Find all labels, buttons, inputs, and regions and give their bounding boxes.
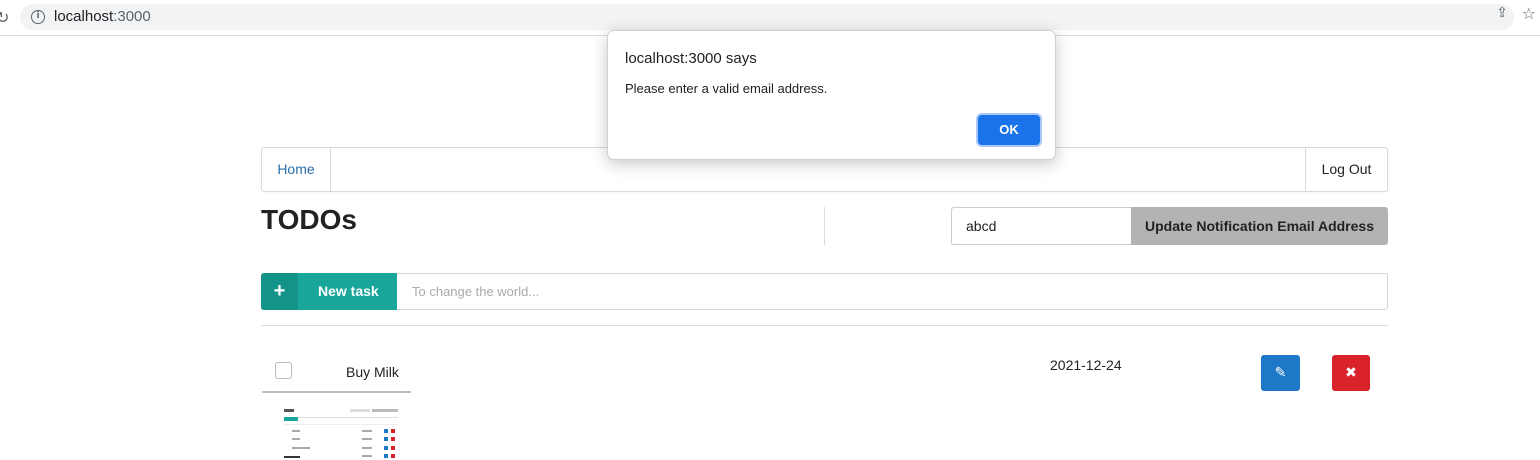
url-text: localhost:3000 xyxy=(54,8,151,25)
info-icon[interactable]: i xyxy=(31,10,45,24)
todo-date: 2021-12-24 xyxy=(1050,357,1122,373)
new-task-label: New task xyxy=(318,283,379,299)
pencil-icon: ✎ xyxy=(1274,365,1287,381)
star-icon[interactable]: ☆ xyxy=(1522,4,1536,23)
todo-checkbox[interactable] xyxy=(275,362,292,379)
separator xyxy=(261,325,1388,326)
share-icon[interactable]: ⇪ xyxy=(1496,5,1508,21)
page-title: TODOs xyxy=(261,204,357,235)
email-input[interactable]: abcd xyxy=(951,207,1131,245)
alert-message: Please enter a valid email address. xyxy=(625,81,828,96)
divider xyxy=(824,207,825,245)
todo-thumbnail-image xyxy=(262,391,411,460)
alert-ok-button[interactable]: OK xyxy=(978,115,1040,145)
todo-text: Buy Milk xyxy=(346,364,399,380)
reload-icon[interactable]: ↻ xyxy=(0,8,9,28)
plus-icon: + xyxy=(261,273,298,310)
delete-button[interactable]: ✖ xyxy=(1332,355,1370,391)
close-icon: ✖ xyxy=(1345,365,1357,381)
address-bar[interactable]: i localhost:3000 xyxy=(20,4,1514,30)
edit-button[interactable]: ✎ xyxy=(1261,355,1300,391)
alert-title: localhost:3000 says xyxy=(625,50,757,67)
new-task-button[interactable]: + New task xyxy=(261,273,397,310)
nav-home-link[interactable]: Home xyxy=(262,148,331,191)
alert-dialog: localhost:3000 says Please enter a valid… xyxy=(607,30,1056,160)
new-task-input[interactable]: To change the world... xyxy=(397,273,1388,310)
update-email-button[interactable]: Update Notification Email Address xyxy=(1131,207,1388,245)
logout-link[interactable]: Log Out xyxy=(1305,148,1387,191)
